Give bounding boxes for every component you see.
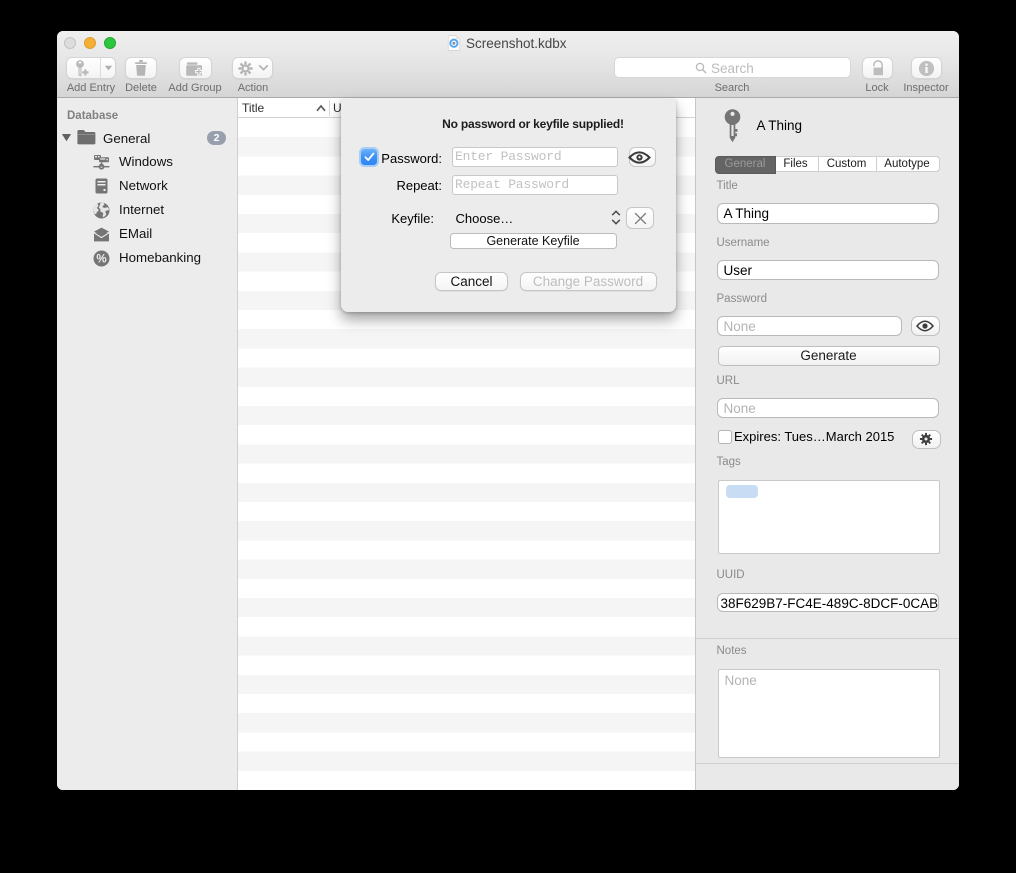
svg-text:%: % [96, 253, 106, 265]
